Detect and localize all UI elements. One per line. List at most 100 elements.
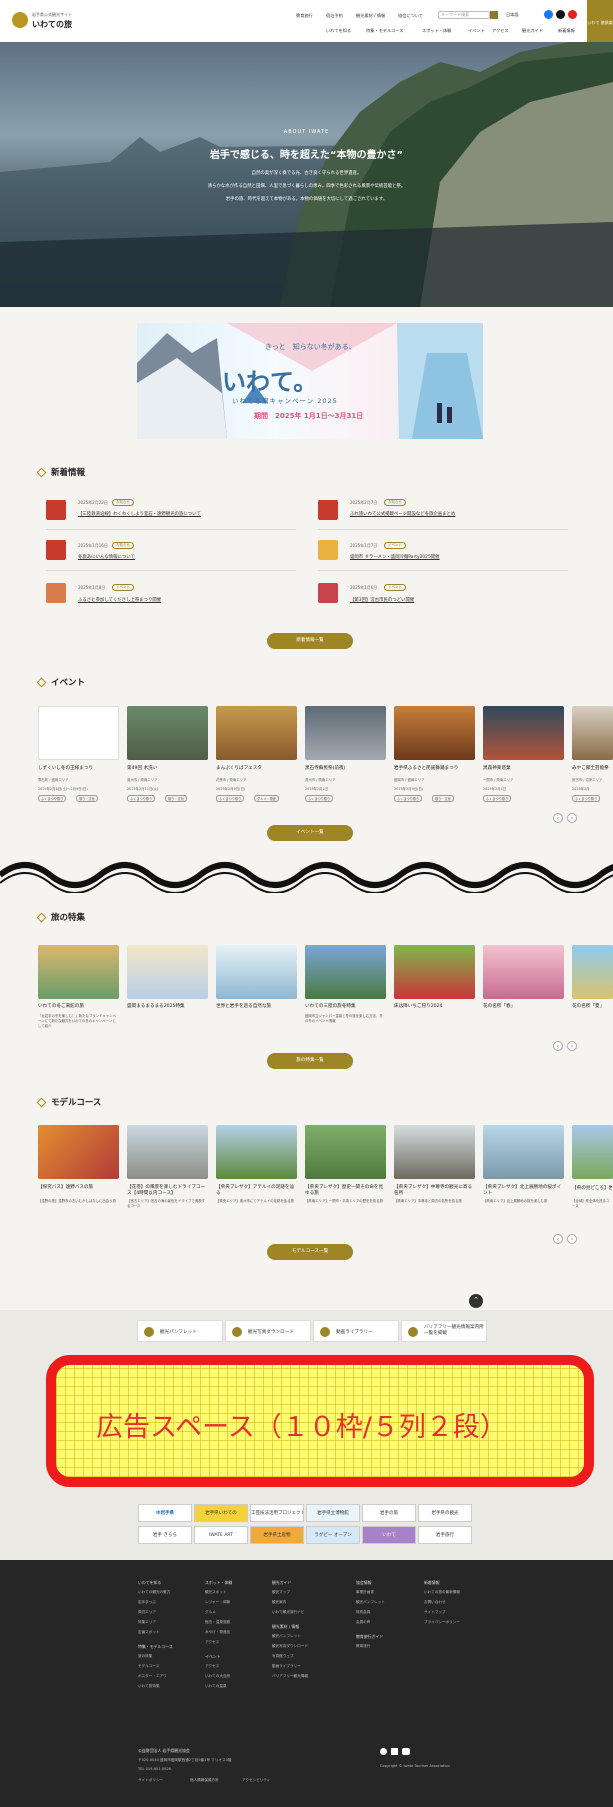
x-icon[interactable] bbox=[556, 10, 565, 19]
footer-col3-head[interactable]: 観光ガイド bbox=[272, 1580, 291, 1586]
event-title-2[interactable]: まんぶくりばフェスタ bbox=[216, 765, 262, 771]
footer-link[interactable]: 観光パンフレット bbox=[356, 1600, 385, 1605]
footer-youtube-icon[interactable] bbox=[402, 1748, 410, 1755]
link-photo-download[interactable]: 観光写真ダウンロード bbox=[225, 1320, 311, 1342]
footer-link[interactable]: 動画ライブラリー bbox=[272, 1664, 301, 1669]
nav-top-3[interactable]: 協会について bbox=[398, 13, 423, 19]
footer-link[interactable]: ポスター・エアワ bbox=[138, 1674, 167, 1679]
course-title-0[interactable]: 【探究バス】遠野バスの旅 bbox=[38, 1185, 118, 1191]
footer-link[interactable]: いわての温泉 bbox=[205, 1684, 227, 1689]
event-title-5[interactable]: 黒森神楽巡業 bbox=[483, 765, 511, 771]
footer-facebook-icon[interactable] bbox=[380, 1748, 387, 1755]
feature-image-2[interactable] bbox=[216, 945, 297, 999]
footer-link[interactable]: みやげ・物産品 bbox=[205, 1630, 230, 1635]
news-title-2[interactable]: 冬旅あにいんな情報について bbox=[78, 554, 135, 560]
course-image-0[interactable] bbox=[38, 1125, 119, 1179]
partner-banner[interactable]: IWATE ART bbox=[194, 1526, 248, 1544]
footer-link[interactable]: バリアフリー観光情報 bbox=[272, 1674, 308, 1679]
news-thumb-5[interactable] bbox=[318, 583, 338, 603]
footer-col2-head[interactable]: スポット・体験 bbox=[205, 1580, 232, 1586]
footer-link[interactable]: 定番スポット bbox=[138, 1630, 160, 1635]
partner-banner[interactable]: 岩手の旅 bbox=[362, 1504, 416, 1522]
footer-x-icon[interactable] bbox=[391, 1748, 398, 1755]
feature-image-1[interactable] bbox=[127, 945, 208, 999]
footer-link[interactable]: お問い合わせ bbox=[424, 1600, 446, 1605]
footer-link[interactable]: レジャー・体験 bbox=[205, 1600, 230, 1605]
event-tag[interactable]: ふくまつり祭り bbox=[127, 795, 156, 802]
footer-link[interactable]: 観光スポット bbox=[205, 1590, 227, 1595]
footer-bottom-link[interactable]: アクセシビリティ bbox=[242, 1778, 270, 1783]
footer-bottom-link[interactable]: 個人情報保護方針 bbox=[190, 1778, 219, 1783]
news-thumb-0[interactable] bbox=[46, 500, 66, 520]
feature-image-0[interactable] bbox=[38, 945, 119, 999]
news-title-4[interactable]: ふるさと参加してくださし上祭まつり開催 bbox=[78, 597, 161, 603]
event-tag[interactable]: ふくまつり祭り bbox=[483, 795, 512, 802]
nav-bottom-1[interactable]: 特集・モデルコース bbox=[366, 28, 403, 34]
course-title-4[interactable]: 【県央ブレザク】中尊寺の観光に寄る名所 bbox=[394, 1185, 474, 1197]
event-title-4[interactable]: 岩手県ふるさと民謡舞踊まつり bbox=[394, 765, 458, 771]
footer-link[interactable]: モデルコース bbox=[138, 1664, 159, 1669]
footer-link[interactable]: 岩手まっぷ bbox=[138, 1600, 156, 1605]
event-tag[interactable]: 祭り・文化 bbox=[76, 795, 98, 802]
event-title-3[interactable]: 黒石寺蘇民祭(前夜) bbox=[305, 765, 345, 771]
footer-link[interactable]: 会員の声 bbox=[356, 1620, 370, 1625]
page-top-arrow-icon[interactable]: ⌃ bbox=[469, 1294, 483, 1308]
footer-link[interactable]: 観光マップ bbox=[272, 1590, 290, 1595]
feature-title-0[interactable]: いわての冬ご来館の旅 bbox=[38, 1003, 84, 1009]
logo-title[interactable]: いわての旅 bbox=[32, 19, 72, 30]
event-tag[interactable]: ふくまつり祭り bbox=[38, 795, 67, 802]
footer-col4-head[interactable]: 協会情報 bbox=[356, 1580, 372, 1586]
courses-more-button[interactable]: モデルコース一覧 bbox=[267, 1244, 353, 1260]
partner-banner[interactable]: 岩手 きらら bbox=[138, 1526, 192, 1544]
news-thumb-2[interactable] bbox=[46, 540, 66, 560]
news-title-1[interactable]: ふれ旅いわて公式掲載ページ開設など冬旅企画まとめ bbox=[350, 511, 455, 517]
search-icon[interactable] bbox=[490, 11, 498, 19]
footer-col4-head2[interactable]: 教育旅行ガイド bbox=[356, 1634, 383, 1640]
event-tag[interactable]: ふくまつり祭り bbox=[216, 795, 245, 802]
footer-link[interactable]: いわて観光旅行ナビ bbox=[272, 1610, 304, 1615]
courses-next-arrow-icon[interactable]: › bbox=[567, 1234, 577, 1244]
news-more-button[interactable]: 新着情報一覧 bbox=[267, 633, 353, 649]
link-barrier-free[interactable]: バリアフリー観光情報案内所一覧を掲載 bbox=[401, 1320, 487, 1342]
event-image-6[interactable] bbox=[572, 706, 613, 760]
nav-bottom-3[interactable]: イベント bbox=[468, 28, 485, 34]
news-thumb-3[interactable] bbox=[318, 540, 338, 560]
footer-link[interactable]: いわて旅特集 bbox=[138, 1684, 160, 1689]
feature-image-5[interactable] bbox=[483, 945, 564, 999]
partner-banner[interactable]: 岩手県の観光 bbox=[418, 1504, 472, 1522]
course-image-5[interactable] bbox=[483, 1125, 564, 1179]
language-select[interactable]: 日本語 bbox=[506, 12, 519, 18]
events-more-button[interactable]: イベント一覧 bbox=[267, 825, 353, 841]
partner-banner[interactable]: 岩手県立博物館 bbox=[306, 1504, 360, 1522]
feature-title-1[interactable]: 盛岡まるまるまる2025特集 bbox=[127, 1003, 185, 1009]
footer-link[interactable]: 宿泊・温泉旅館 bbox=[205, 1620, 230, 1625]
link-video-library[interactable]: 動画ライブラリー bbox=[313, 1320, 399, 1342]
feature-image-4[interactable] bbox=[394, 945, 475, 999]
feature-title-4[interactable]: 床は降いちご狩り2024 bbox=[394, 1003, 442, 1009]
footer-link[interactable]: 観光写真ダウンロード bbox=[272, 1644, 308, 1649]
footer-link[interactable]: 特集エリア bbox=[138, 1620, 156, 1625]
event-image-5[interactable] bbox=[483, 706, 564, 760]
feature-title-5[interactable]: 花の名所「春」 bbox=[483, 1003, 515, 1009]
partner-banner[interactable]: 岩手旅行 bbox=[418, 1526, 472, 1544]
footer-col2-head2[interactable]: イベント bbox=[205, 1654, 221, 1660]
news-thumb-1[interactable] bbox=[318, 500, 338, 520]
event-image-0[interactable] bbox=[38, 706, 119, 760]
footer-bottom-link[interactable]: サイトポリシー bbox=[138, 1778, 163, 1783]
footer-link[interactable]: プライバシーポリシー bbox=[424, 1620, 460, 1625]
footer-link[interactable]: サイトマップ bbox=[424, 1610, 446, 1615]
footer-link[interactable]: いわての観光の魅力 bbox=[138, 1590, 170, 1595]
partner-banner[interactable]: 岩手県いわての bbox=[194, 1504, 248, 1522]
club-button[interactable]: いわて 旅倶楽 bbox=[587, 0, 613, 42]
partner-banner[interactable]: いわて bbox=[362, 1526, 416, 1544]
footer-link[interactable]: 観光案内 bbox=[272, 1600, 286, 1605]
nav-bottom-2[interactable]: スポット・体験 bbox=[422, 28, 451, 34]
footer-col3-head2[interactable]: 観光素材 / 情報 bbox=[272, 1624, 299, 1630]
nav-top-0[interactable]: 教育旅行 bbox=[296, 13, 313, 19]
feature-title-6[interactable]: 花の名所「夏」 bbox=[572, 1003, 604, 1009]
event-tag[interactable]: 祭り・文化 bbox=[432, 795, 454, 802]
feature-title-2[interactable]: 世界と岩手を巡る自然な旅 bbox=[216, 1003, 271, 1009]
footer-link[interactable]: グルメ bbox=[205, 1610, 216, 1615]
link-pamphlet[interactable]: 観光パンフレット bbox=[137, 1320, 223, 1342]
event-image-3[interactable] bbox=[305, 706, 386, 760]
